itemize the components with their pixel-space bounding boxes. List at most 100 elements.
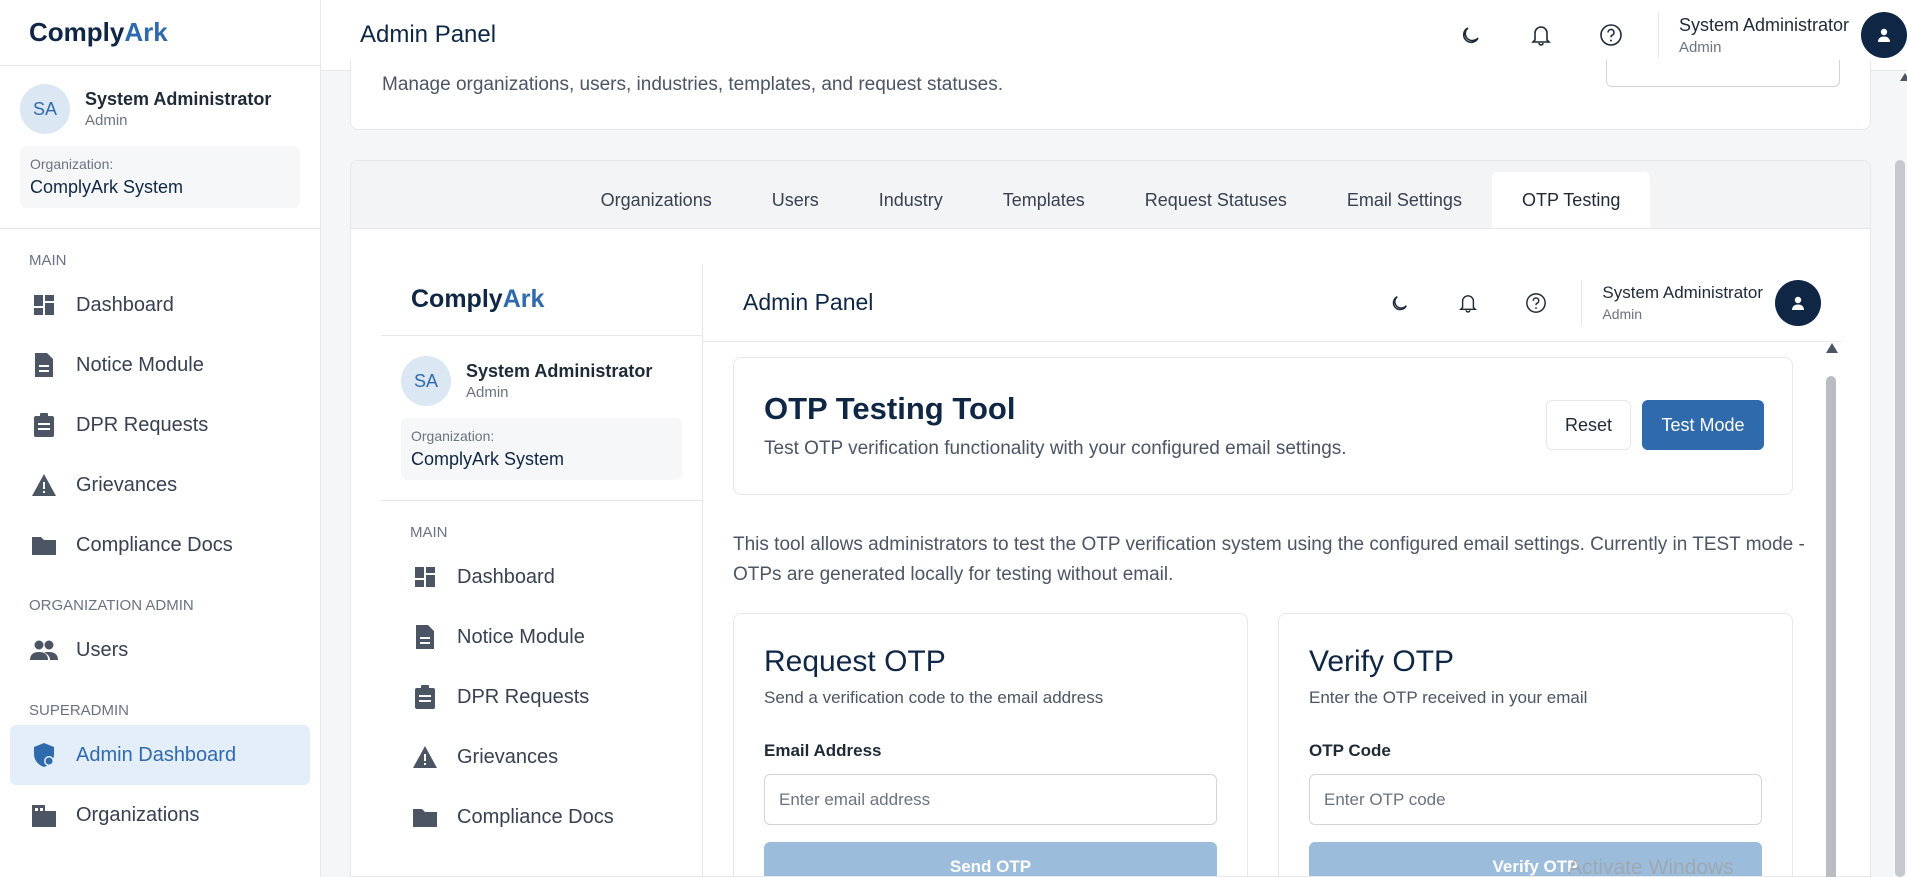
header-user-name: System Administrator xyxy=(1678,14,1849,35)
page-scroll-up-arrow[interactable] xyxy=(1900,73,1907,81)
sidebar-item-admin-dashboard[interactable]: Admin Dashboard xyxy=(10,725,310,785)
brand-suffix: Ark xyxy=(124,17,168,47)
tab-templates[interactable]: Templates xyxy=(973,172,1115,228)
warning-icon xyxy=(30,471,58,499)
avatar: SA xyxy=(20,84,70,134)
header-action-button[interactable] xyxy=(1606,60,1840,87)
section-label-org-admin: ORGANIZATION ADMIN xyxy=(29,597,194,614)
sidebar-item-compliance-docs[interactable]: Compliance Docs xyxy=(381,787,702,847)
warning-icon xyxy=(411,743,439,771)
user-avatar-icon[interactable] xyxy=(1861,12,1907,58)
otp-code-input[interactable] xyxy=(1309,774,1762,825)
sidebar-item-notice-module[interactable]: Notice Module xyxy=(381,607,702,667)
tab-otp-testing[interactable]: OTP Testing xyxy=(1491,172,1651,228)
sidebar-item-label: Notice Module xyxy=(76,353,204,376)
moon-icon[interactable] xyxy=(1456,20,1486,50)
verify-otp-subtitle: Enter the OTP received in your email xyxy=(1309,688,1588,707)
embedded-user-block: SA System Administrator Admin Organizati… xyxy=(381,336,702,480)
verify-otp-title: Verify OTP xyxy=(1309,645,1455,678)
sidebar-item-notice-module[interactable]: Notice Module xyxy=(0,335,320,395)
sidebar-item-dpr-requests[interactable]: DPR Requests xyxy=(0,395,320,455)
header-divider xyxy=(1581,279,1583,326)
header-divider xyxy=(1657,12,1659,58)
shield-icon xyxy=(30,741,58,769)
tab-industry[interactable]: Industry xyxy=(849,172,973,228)
help-icon[interactable] xyxy=(1596,20,1626,50)
bell-icon[interactable] xyxy=(1453,288,1483,318)
sidebar-item-label: Notice Module xyxy=(457,625,585,648)
sidebar-item-label: DPR Requests xyxy=(457,685,590,708)
sidebar-item-grievances[interactable]: Grievances xyxy=(0,455,320,515)
tab-request-statuses[interactable]: Request Statuses xyxy=(1115,172,1317,228)
tab-users[interactable]: Users xyxy=(742,172,849,228)
page-scrollbar[interactable] xyxy=(1895,160,1905,877)
sidebar-item-organizations[interactable]: Organizations xyxy=(0,785,320,845)
dashboard-icon xyxy=(30,291,58,319)
sidebar: Comply Ark SA System Administrator Admin … xyxy=(0,0,321,877)
otp-code-label: OTP Code xyxy=(1309,741,1391,760)
brand-prefix: Comply xyxy=(411,285,503,313)
header-user[interactable]: System Administrator Admin xyxy=(1679,15,1849,56)
organization-label: Organization: xyxy=(30,156,114,172)
organization-label: Organization: xyxy=(411,428,495,444)
section-label-main: MAIN xyxy=(29,252,67,269)
otp-tool-subtitle: Test OTP verification functionality with… xyxy=(764,438,1347,459)
os-watermark: Activate Windows xyxy=(1568,856,1734,877)
folder-icon xyxy=(411,803,439,831)
sidebar-item-label: Admin Dashboard xyxy=(76,743,237,766)
moon-icon[interactable] xyxy=(1385,288,1415,318)
embedded-main: Admin Panel System Administrator Admin O… xyxy=(703,264,1841,876)
header-user-role: Admin xyxy=(1602,306,1643,322)
email-input[interactable] xyxy=(764,774,1217,825)
tab-email-settings[interactable]: Email Settings xyxy=(1317,172,1492,228)
sidebar-item-dashboard[interactable]: Dashboard xyxy=(0,275,320,335)
sidebar-item-label: Dashboard xyxy=(76,293,174,316)
otp-tool-title: OTP Testing Tool xyxy=(764,391,1016,426)
bell-icon[interactable] xyxy=(1526,20,1556,50)
sidebar-item-users[interactable]: Users xyxy=(0,620,320,680)
help-icon[interactable] xyxy=(1521,288,1551,318)
tab-bar: Organizations Users Industry Templates R… xyxy=(351,161,1870,229)
sidebar-item-grievances[interactable]: Grievances xyxy=(381,727,702,787)
brand-prefix: Comply xyxy=(29,17,125,47)
user-name: System Administrator xyxy=(466,361,653,381)
test-mode-button[interactable]: Test Mode xyxy=(1642,400,1764,450)
embedded-page-title: Admin Panel xyxy=(743,289,874,315)
header-user[interactable]: System Administrator Admin xyxy=(1602,283,1763,322)
brand-suffix: Ark xyxy=(502,285,545,313)
sidebar-item-label: Grievances xyxy=(76,473,178,496)
otp-tool-card: OTP Testing Tool Test OTP verification f… xyxy=(733,357,1793,495)
inner-scrollbar[interactable] xyxy=(1826,376,1836,877)
email-label: Email Address xyxy=(764,741,882,760)
building-icon xyxy=(30,801,58,829)
sidebar-item-label: Compliance Docs xyxy=(457,805,614,828)
verify-otp-card: Verify OTP Enter the OTP received in you… xyxy=(1278,613,1793,876)
embedded-brand-logo[interactable]: Comply Ark xyxy=(381,264,702,336)
inner-scroll-up-arrow[interactable] xyxy=(1826,343,1838,353)
sidebar-item-dpr-requests[interactable]: DPR Requests xyxy=(381,667,702,727)
tab-organizations[interactable]: Organizations xyxy=(571,172,742,228)
embedded-app: Comply Ark SA System Administrator Admin … xyxy=(381,264,1841,876)
sidebar-item-label: Grievances xyxy=(457,745,559,768)
dashboard-icon xyxy=(411,563,439,591)
otp-description: This tool allows administrators to test … xyxy=(733,534,1805,585)
sidebar-item-compliance-docs[interactable]: Compliance Docs xyxy=(0,515,320,575)
request-otp-title: Request OTP xyxy=(764,645,946,678)
request-otp-subtitle: Send a verification code to the email ad… xyxy=(764,688,1104,707)
user-avatar-icon[interactable] xyxy=(1775,279,1821,326)
sidebar-item-label: Organizations xyxy=(76,803,200,826)
page-title: Admin Panel xyxy=(360,21,497,48)
send-otp-button[interactable]: Send OTP xyxy=(764,842,1217,876)
section-label-superadmin: SUPERADMIN xyxy=(29,702,130,719)
organization-box: Organization: ComplyArk System xyxy=(401,418,682,480)
section-label-main: MAIN xyxy=(410,524,448,541)
brand-logo[interactable]: Comply Ark xyxy=(0,0,320,66)
sidebar-item-dashboard[interactable]: Dashboard xyxy=(381,547,702,607)
divider xyxy=(381,500,702,501)
organization-name: ComplyArk System xyxy=(411,449,565,469)
reset-button[interactable]: Reset xyxy=(1546,400,1631,450)
clipboard-icon xyxy=(411,683,439,711)
organization-name: ComplyArk System xyxy=(30,177,184,197)
header-user-role: Admin xyxy=(1678,38,1722,56)
embedded-header: Admin Panel System Administrator Admin xyxy=(703,264,1841,342)
